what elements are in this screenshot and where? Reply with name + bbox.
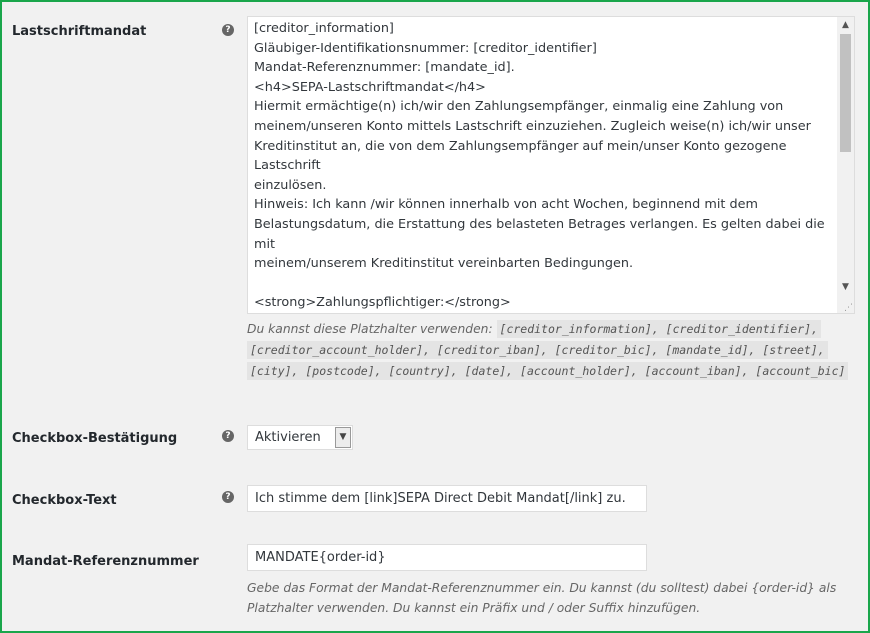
- mandate-text-label: Lastschriftmandat: [12, 24, 147, 39]
- description-line-2: Platzhalter verwenden. Du kannst ein Prä…: [247, 601, 701, 615]
- textarea-line: Mandat-Referenznummer: [mandate_id].: [254, 60, 515, 76]
- textarea-line: Hiermit ermächtige(n) ich/wir den Zahlun…: [254, 99, 784, 115]
- scrollbar-thumb[interactable]: [840, 34, 851, 152]
- textarea-line: meinem/unserem Kreditinstitut vereinbart…: [254, 256, 634, 272]
- textarea-line: <h4>SEPA-Lastschriftmandat</h4>: [254, 79, 486, 95]
- description-line-1: Du kannst diese Platzhalter verwenden: […: [247, 319, 859, 340]
- resize-grip-icon[interactable]: ⋰: [844, 303, 853, 313]
- select-value: Aktivieren: [255, 430, 321, 445]
- mandate-text-content[interactable]: [creditor_information] Gläubiger-Identifi…: [254, 19, 836, 314]
- textarea-line: Belastungsdatum, die Erstattung des bela…: [254, 216, 829, 252]
- description-line-3: [city], [postcode], [country], [date], […: [247, 361, 859, 382]
- textarea-line: <strong>Zahlungspflichtiger:</strong>: [254, 295, 511, 311]
- placeholder-code-3: [city], [postcode], [country], [date], […: [247, 362, 849, 380]
- description-line-1: Gebe das Format der Mandat-Referenznumme…: [247, 581, 837, 595]
- checkbox-confirmation-label: Checkbox-Bestätigung: [12, 431, 178, 446]
- textarea-line: Kontoinhaber: [account_holder]: [254, 313, 836, 314]
- mandate-reference-label: Mandat-Referenznummer: [12, 554, 199, 569]
- description-prefix: Du kannst diese Platzhalter verwenden:: [247, 322, 493, 336]
- mandate-reference-description: Gebe das Format der Mandat-Referenznumme…: [247, 578, 859, 618]
- scroll-down-icon[interactable]: ▼: [837, 279, 854, 295]
- textarea-scrollbar[interactable]: ▲ ▼: [837, 17, 854, 313]
- textarea-line: [254, 274, 836, 294]
- placeholder-code-2: [creditor_account_holder], [creditor_iba…: [247, 341, 828, 359]
- checkbox-text-label: Checkbox-Text: [12, 493, 117, 508]
- textarea-line: [creditor_information]: [254, 21, 394, 36]
- description-line-2: [creditor_account_holder], [creditor_iba…: [247, 340, 859, 361]
- textarea-line: Hinweis: Ich kann /wir können innerhalb …: [254, 197, 758, 213]
- textarea-line: einzulösen.: [254, 177, 327, 193]
- mandate-reference-input[interactable]: MANDATE{order-id}: [247, 544, 647, 571]
- textarea-line: Kreditinstitut an, die von dem Zahlungse…: [254, 138, 791, 174]
- chevron-down-icon[interactable]: ▼: [335, 427, 351, 448]
- checkbox-text-input[interactable]: Ich stimme dem [link]SEPA Direct Debit M…: [247, 485, 647, 512]
- placeholder-code-1: [creditor_information], [creditor_identi…: [496, 320, 822, 338]
- checkbox-confirmation-select[interactable]: Aktivieren ▼: [247, 425, 353, 450]
- help-icon[interactable]: ?: [222, 430, 234, 442]
- textarea-line: meinem/unseren Konto mittels Lastschrift…: [254, 118, 811, 134]
- mandate-text-textarea[interactable]: [creditor_information] Gläubiger-Identifi…: [247, 16, 855, 314]
- help-icon[interactable]: ?: [222, 24, 234, 36]
- help-icon[interactable]: ?: [222, 491, 234, 503]
- textarea-line: Gläubiger-Identifikationsnummer: [credit…: [254, 40, 597, 56]
- mandate-text-description: Du kannst diese Platzhalter verwenden: […: [247, 319, 859, 382]
- scroll-up-icon[interactable]: ▲: [837, 17, 854, 33]
